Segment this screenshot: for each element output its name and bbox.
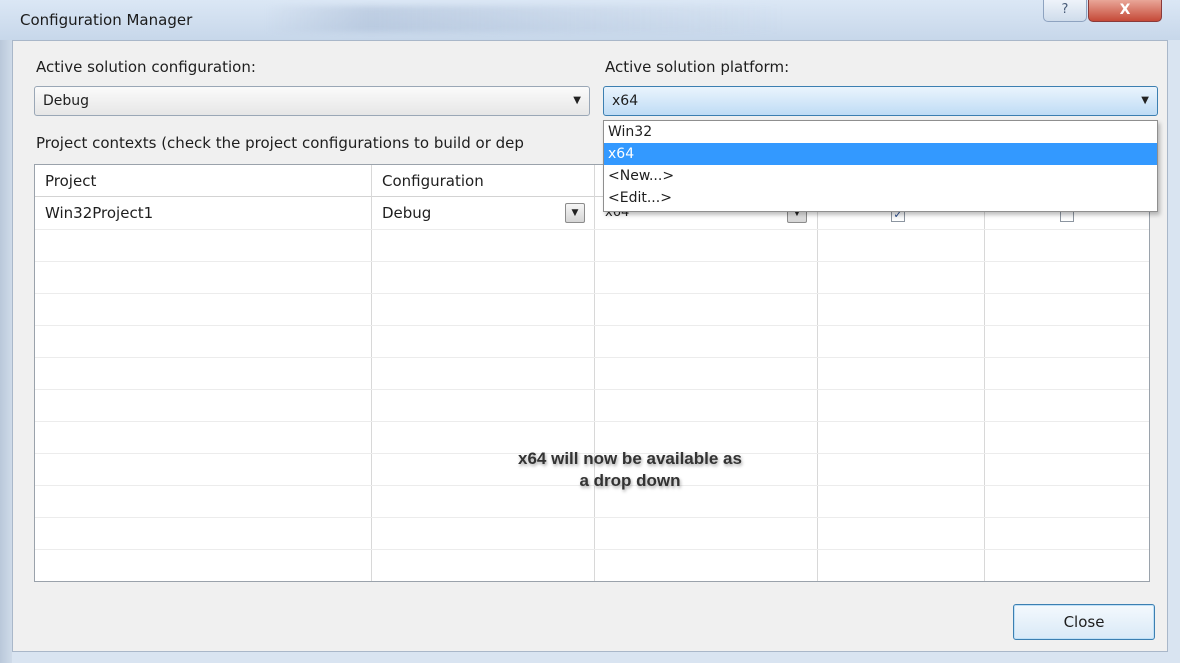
- row-divider: [35, 325, 1149, 326]
- row-divider: [35, 421, 1149, 422]
- project-contexts-label: Project contexts (check the project conf…: [36, 134, 524, 152]
- active-configuration-value: Debug: [43, 93, 90, 109]
- window-title: Configuration Manager: [20, 11, 193, 29]
- active-platform-label: Active solution platform:: [605, 58, 790, 76]
- row-divider: [35, 261, 1149, 262]
- annotation-callout: x64 will now be available as a drop down: [440, 448, 820, 492]
- annotation-line-1: x64 will now be available as: [518, 449, 742, 468]
- row-divider: [35, 229, 1149, 230]
- row-divider: [35, 293, 1149, 294]
- chevron-down-icon: ▼: [1141, 95, 1149, 106]
- row-project-name[interactable]: Win32Project1: [35, 199, 371, 227]
- window-edge: [0, 40, 12, 663]
- platform-option-new[interactable]: <New...>: [604, 165, 1157, 187]
- chevron-down-icon: ▼: [573, 95, 581, 106]
- chevron-down-icon[interactable]: ▼: [565, 203, 585, 223]
- platform-option-win32[interactable]: Win32: [604, 121, 1157, 143]
- column-divider: [817, 165, 818, 581]
- platform-option-x64[interactable]: x64: [604, 143, 1157, 165]
- annotation-line-2: a drop down: [579, 471, 681, 490]
- close-button[interactable]: Close: [1013, 604, 1155, 640]
- row-divider: [35, 357, 1149, 358]
- active-platform-value: x64: [612, 93, 639, 109]
- project-contexts-grid: Project Configuration Win32Project1 Debu…: [34, 164, 1150, 582]
- platform-option-edit[interactable]: <Edit...>: [604, 187, 1157, 209]
- row-configuration-value[interactable]: Debug: [372, 199, 552, 227]
- platform-dropdown-list: Win32 x64 <New...> <Edit...>: [603, 120, 1158, 212]
- active-platform-select[interactable]: x64 ▼: [603, 86, 1158, 116]
- help-button[interactable]: ?: [1043, 0, 1087, 22]
- window-close-button[interactable]: X: [1088, 0, 1162, 22]
- header-project[interactable]: Project: [35, 165, 371, 197]
- column-divider: [594, 165, 595, 581]
- active-configuration-select[interactable]: Debug ▼: [34, 86, 590, 116]
- row-divider: [35, 549, 1149, 550]
- title-background-blur: [265, 6, 785, 32]
- row-divider: [35, 389, 1149, 390]
- column-divider: [984, 165, 985, 581]
- row-divider: [35, 517, 1149, 518]
- header-configuration[interactable]: Configuration: [372, 165, 594, 197]
- column-divider: [371, 165, 372, 581]
- title-bar: Configuration Manager ? X: [0, 0, 1180, 40]
- active-configuration-label: Active solution configuration:: [36, 58, 256, 76]
